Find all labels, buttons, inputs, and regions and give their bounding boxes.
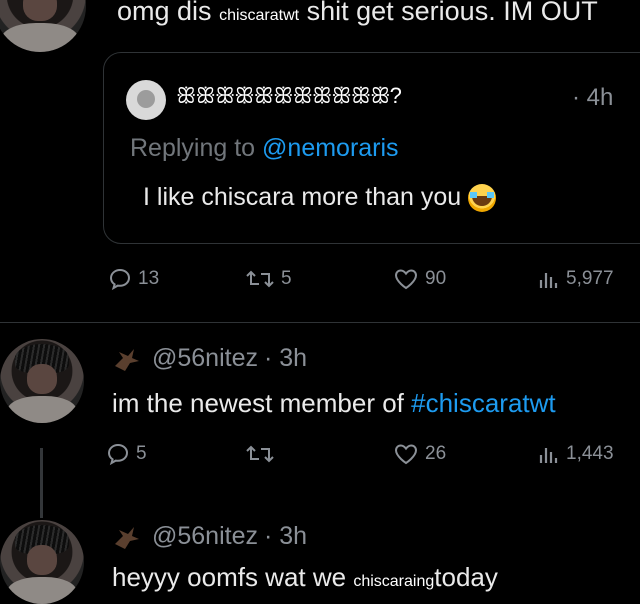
reply-text: im the newest member of #chiscaratwt — [112, 388, 556, 419]
retweet-icon — [246, 445, 274, 463]
quoted-time: · 4h — [572, 84, 614, 111]
like-count: 26 — [425, 443, 447, 464]
quoted-tweet-text: I like chiscara more than you — [143, 183, 497, 213]
reply-text: heyyy oomfs wat we chiscaraingtoday — [112, 562, 498, 593]
avatar-face — [26, 364, 58, 395]
views-count: 1,443 — [566, 443, 614, 464]
quoted-text: I like chiscara more than you — [143, 183, 462, 211]
replying-prefix: Replying to — [130, 134, 263, 162]
tweet-text: omg dis chiscaratwt shit get serious. IM… — [117, 0, 598, 27]
avatar-face — [23, 0, 57, 21]
reply-text-part: today — [434, 562, 498, 592]
avatar[interactable] — [0, 520, 84, 604]
reply-text-part: im the newest member of — [112, 388, 412, 418]
overlay-word: chiscaratwt — [219, 7, 300, 24]
retweet-count: 5 — [281, 268, 292, 289]
hashtag-link[interactable]: #chiscaratwt — [411, 388, 556, 418]
tweet-text-part: omg dis — [117, 0, 212, 26]
retweet-action[interactable]: 5 — [245, 267, 292, 291]
views-count: 5,977 — [566, 268, 614, 289]
reply-header: @56nitez · 3h — [112, 344, 307, 373]
heart-icon — [394, 269, 418, 290]
reply-icon — [109, 268, 131, 291]
views-action[interactable]: 1,443 — [536, 442, 614, 466]
retweet-icon — [246, 270, 274, 288]
reply-handle[interactable]: @56nitez — [152, 344, 258, 373]
like-action[interactable]: 90 — [393, 267, 446, 291]
reply-time: · 3h — [264, 522, 308, 550]
heart-icon — [394, 444, 418, 465]
like-action[interactable]: 26 — [393, 442, 446, 466]
quoted-display-name[interactable]: ꕥꕥꕥꕥꕥꕥꕥꕥꕥꕥꕥ? — [176, 83, 402, 109]
like-count: 90 — [425, 268, 447, 289]
reply-header: @56nitez · 3h — [112, 522, 307, 551]
replying-to: Replying to @nemoraris — [130, 134, 399, 163]
views-icon — [539, 448, 558, 463]
overlay-word: chiscaraing — [353, 573, 435, 590]
reply-count: 5 — [136, 443, 147, 464]
reply-action[interactable]: 5 — [106, 442, 147, 466]
avatar-shirt — [6, 396, 78, 423]
tweet-text-part: shit get serious. IM OUT — [306, 0, 598, 26]
bird-icon — [115, 526, 139, 549]
replying-handle-link[interactable]: @nemoraris — [262, 134, 399, 162]
reply-text-part: heyyy oomfs wat we — [112, 562, 347, 592]
divider — [0, 322, 640, 323]
avatar[interactable] — [0, 339, 84, 423]
quoted-avatar[interactable] — [126, 80, 166, 120]
bird-icon — [115, 348, 139, 371]
avatar-face — [26, 545, 58, 576]
reply-icon — [107, 443, 129, 466]
crying-face-emoji-icon — [468, 184, 497, 213]
reply-time: · 3h — [264, 344, 308, 372]
retweet-action[interactable] — [245, 442, 281, 466]
views-icon — [539, 273, 558, 288]
reply-action[interactable]: 13 — [108, 267, 159, 291]
thread-line — [40, 448, 43, 518]
views-action[interactable]: 5,977 — [536, 267, 614, 291]
avatar-shirt — [1, 22, 79, 52]
avatar[interactable] — [0, 0, 86, 52]
reply-count: 13 — [138, 268, 160, 289]
reply-handle[interactable]: @56nitez — [152, 522, 258, 551]
